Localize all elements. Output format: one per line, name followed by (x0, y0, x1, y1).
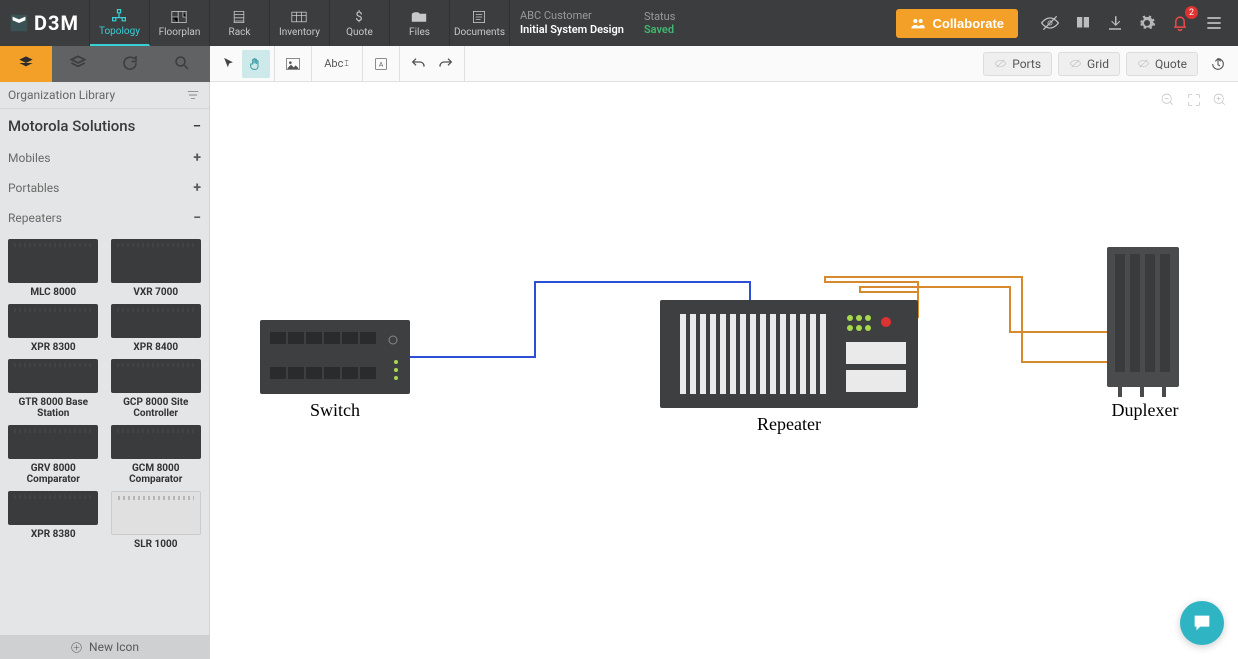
duplexer-label: Duplexer (1080, 400, 1210, 421)
fit-screen-icon[interactable] (1186, 92, 1202, 108)
notification-badge: 2 (1185, 6, 1198, 19)
visibility-icon[interactable] (1040, 13, 1060, 33)
diagram-svg: Switch Repeater Duplexer (210, 82, 1238, 659)
repeater-label: Repeater (660, 414, 918, 435)
download-icon[interactable] (1106, 14, 1124, 32)
gear-icon[interactable] (1138, 14, 1156, 32)
project-info: ABC Customer Initial System Design (510, 0, 634, 46)
tab-documents[interactable]: Documents (450, 0, 510, 46)
device-grid: MLC 8000 VXR 7000 XPR 8300 XPR 8400 GTR … (0, 233, 209, 635)
notifications-icon[interactable]: 2 (1170, 13, 1190, 33)
device-item[interactable]: XPR 8380 (4, 491, 103, 550)
library-tab-stencils[interactable] (52, 46, 104, 82)
book-icon[interactable] (1074, 14, 1092, 32)
node-repeater[interactable] (660, 300, 918, 408)
canvas-toolbar: Abc𝙸 A Ports Grid Quote (210, 46, 1238, 82)
tab-topology[interactable]: Topology (90, 0, 150, 46)
tool-hand[interactable] (242, 50, 270, 78)
category-repeaters[interactable]: Repeaters− (0, 203, 209, 233)
tab-inventory[interactable]: Inventory (270, 0, 330, 46)
main-nav-tabs: Topology Floorplan Rack Inventory $ Quot… (90, 0, 510, 46)
device-item[interactable]: GTR 8000 Base Station (4, 359, 103, 419)
toggle-quote[interactable]: Quote (1126, 52, 1198, 76)
plus-circle-icon (70, 641, 83, 654)
status-label: Status (644, 10, 675, 23)
category-mobiles[interactable]: Mobiles+ (0, 143, 209, 173)
quote-icon: $ (349, 9, 369, 25)
customer-name: ABC Customer (520, 9, 624, 23)
category-portables[interactable]: Portables+ (0, 173, 209, 203)
tool-redo[interactable] (432, 50, 460, 78)
chat-button[interactable] (1180, 601, 1224, 645)
project-title: Initial System Design (520, 23, 624, 37)
rack-icon (229, 9, 249, 25)
zoom-controls (1160, 92, 1228, 108)
device-item[interactable]: GCM 8000 Comparator (107, 425, 206, 485)
library-tab-refresh[interactable] (104, 46, 156, 82)
toggle-grid[interactable]: Grid (1058, 52, 1120, 76)
plus-icon: + (193, 150, 201, 166)
topology-icon (109, 8, 129, 24)
minus-icon: − (193, 210, 201, 226)
library-panel: Organization Library Motorola Solutions … (0, 82, 210, 659)
device-item[interactable]: XPR 8300 (4, 304, 103, 353)
inventory-icon (289, 9, 309, 25)
filter-icon (185, 88, 201, 102)
plus-icon: + (193, 180, 201, 196)
toggle-ports[interactable]: Ports (983, 52, 1052, 76)
status-block: Status Saved (634, 0, 685, 46)
chat-icon (1191, 612, 1213, 634)
device-item[interactable]: MLC 8000 (4, 239, 103, 298)
topology-canvas[interactable]: Switch Repeater Duplexer (210, 82, 1238, 659)
app-name: D3M (34, 11, 79, 35)
floorplan-icon (169, 9, 189, 25)
tool-text[interactable]: Abc𝙸 (316, 50, 358, 78)
status-value: Saved (644, 23, 675, 36)
switch-label: Switch (260, 400, 410, 421)
tool-history[interactable] (1204, 50, 1232, 78)
device-item[interactable]: SLR 1000 (107, 491, 206, 550)
top-navbar: D3M Topology Floorplan Rack Inventory $ … (0, 0, 1238, 46)
documents-icon (469, 9, 489, 25)
device-item[interactable]: GCP 8000 Site Controller (107, 359, 206, 419)
node-switch[interactable] (260, 320, 410, 394)
tab-floorplan[interactable]: Floorplan (150, 0, 210, 46)
zoom-out-icon[interactable] (1160, 92, 1176, 108)
library-tab-search[interactable] (156, 46, 208, 82)
collaborate-button[interactable]: Collaborate (896, 9, 1018, 38)
people-icon (910, 16, 926, 30)
tool-image[interactable] (279, 50, 307, 78)
app-logo[interactable]: D3M (0, 0, 90, 46)
menu-icon[interactable] (1204, 13, 1224, 33)
device-item[interactable]: XPR 8400 (107, 304, 206, 353)
files-icon (409, 9, 429, 25)
tab-files[interactable]: Files (390, 0, 450, 46)
vendor-row[interactable]: Motorola Solutions − (0, 109, 209, 143)
new-icon-button[interactable]: New Icon (0, 635, 209, 659)
logo-icon (8, 12, 30, 34)
top-actions: 2 (1026, 0, 1238, 46)
tab-rack[interactable]: Rack (210, 0, 270, 46)
library-header[interactable]: Organization Library (0, 82, 209, 109)
node-duplexer[interactable] (1107, 247, 1179, 397)
tool-undo[interactable] (404, 50, 432, 78)
tool-frame[interactable]: A (367, 50, 395, 78)
device-item[interactable]: VXR 7000 (107, 239, 206, 298)
device-item[interactable]: GRV 8000 Comparator (4, 425, 103, 485)
library-tab-shapes[interactable] (0, 46, 52, 82)
svg-text:$: $ (356, 10, 363, 25)
zoom-in-icon[interactable] (1212, 92, 1228, 108)
tab-quote[interactable]: $ Quote (330, 0, 390, 46)
tool-pointer[interactable] (214, 50, 242, 78)
minus-icon: − (193, 117, 201, 135)
svg-text:A: A (379, 60, 384, 68)
